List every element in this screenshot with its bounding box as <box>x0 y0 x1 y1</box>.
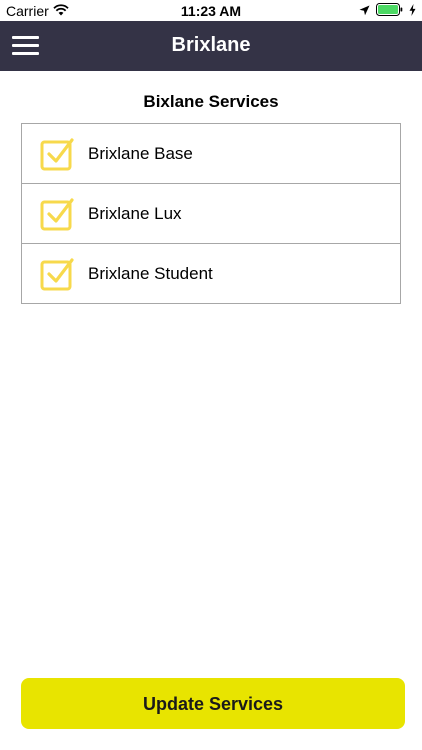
status-bar: Carrier 11:23 AM <box>0 0 422 21</box>
update-services-button[interactable]: Update Services <box>21 678 405 729</box>
location-arrow-icon <box>359 3 370 21</box>
checkbox-checked-icon[interactable] <box>39 196 75 232</box>
navigation-bar: Brixlane <box>0 21 422 71</box>
service-list: Brixlane Base Brixlane Lux Brixlane Stud… <box>21 123 401 304</box>
section-title: Bixlane Services <box>143 92 279 111</box>
service-item-brixlane-base[interactable]: Brixlane Base <box>21 123 401 184</box>
service-item-brixlane-lux[interactable]: Brixlane Lux <box>21 183 401 244</box>
checkbox-checked-icon[interactable] <box>39 256 75 292</box>
battery-icon <box>376 3 403 21</box>
service-label: Brixlane Base <box>88 144 193 163</box>
service-label: Brixlane Lux <box>88 204 182 223</box>
service-item-brixlane-student[interactable]: Brixlane Student <box>21 243 401 304</box>
status-right <box>359 3 416 21</box>
checkbox-checked-icon[interactable] <box>39 136 75 172</box>
charging-bolt-icon <box>409 3 416 21</box>
service-label: Brixlane Student <box>88 264 213 283</box>
nav-title: Brixlane <box>171 34 251 56</box>
